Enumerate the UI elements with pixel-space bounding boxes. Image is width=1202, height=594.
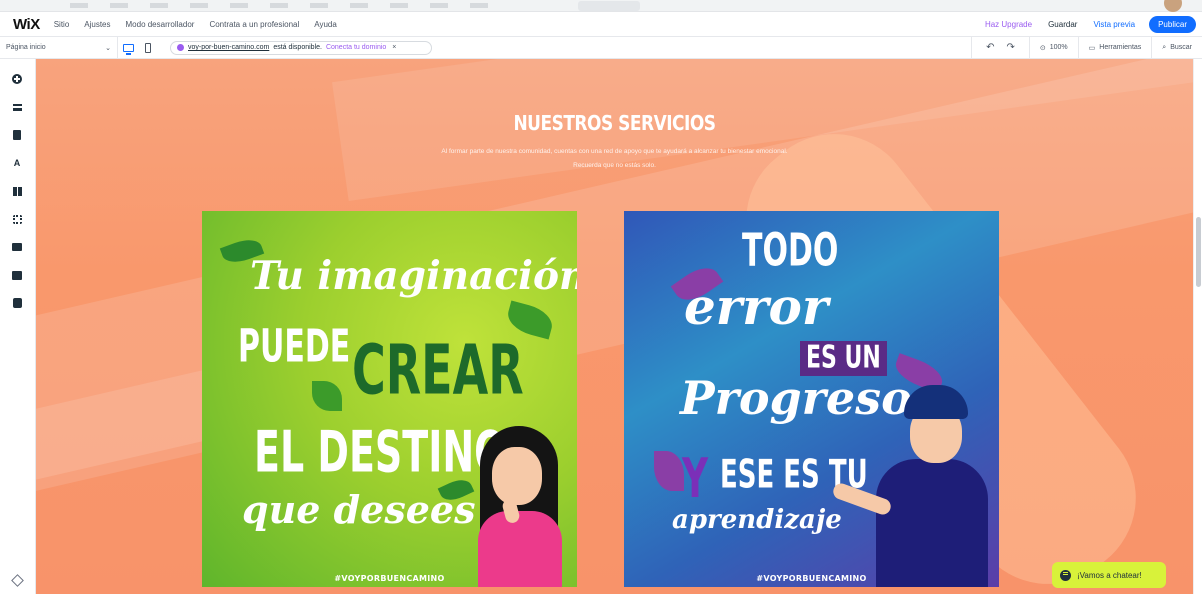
domain-status: está disponible.: [273, 44, 322, 51]
upgrade-link[interactable]: Haz Upgrade: [985, 20, 1032, 29]
desktop-view-button[interactable]: [118, 37, 138, 59]
connect-domain-link[interactable]: Conecta tu dominio: [326, 44, 386, 51]
poster2-line5a: Y: [682, 449, 709, 511]
cms-icon[interactable]: [9, 267, 25, 283]
mobile-icon: [145, 42, 151, 53]
girl-face: [492, 447, 542, 505]
chat-button[interactable]: ¡Vamos a chatear!: [1052, 562, 1166, 588]
menu-dev-mode[interactable]: Modo desarrollador: [126, 20, 195, 29]
poster2-line4: Progreso: [680, 371, 912, 425]
poster1-line4: que desees: [242, 487, 476, 532]
undo-icon[interactable]: ↶: [986, 42, 994, 53]
chat-icon: [1060, 569, 1071, 581]
theme-icon[interactable]: A: [9, 155, 25, 171]
section-title[interactable]: NUESTROS SERVICIOS: [36, 112, 1193, 136]
tools-icon: ▭: [1088, 44, 1096, 52]
poster2-line2: error: [684, 277, 829, 336]
zoom-level: 100%: [1049, 44, 1068, 51]
redo-icon[interactable]: ↷: [1006, 42, 1014, 53]
poster-imaginacion[interactable]: Tu imaginación PUEDE CREAR EL DESTINO qu…: [202, 211, 577, 587]
editor-top-bar: WiX Sitio Ajustes Modo desarrollador Con…: [0, 12, 1202, 37]
search-button[interactable]: ⌕ Buscar: [1151, 36, 1202, 59]
close-icon[interactable]: ×: [392, 44, 396, 51]
search-label: Buscar: [1170, 44, 1192, 51]
media-icon[interactable]: [9, 239, 25, 255]
sections-icon[interactable]: [9, 99, 25, 115]
boy-illustration: [876, 459, 988, 587]
section-desc-line2: Recuerda que no estás solo.: [573, 162, 656, 169]
wix-logo[interactable]: WiX: [13, 16, 40, 33]
menu-ayuda[interactable]: Ayuda: [314, 20, 337, 29]
chevron-down-icon: ⌄: [105, 44, 111, 52]
browser-tabs: [70, 3, 500, 8]
add-elements-icon[interactable]: [9, 71, 25, 87]
domain-bar: voy-por-buen-camino.com está disponible.…: [170, 40, 432, 55]
preview-button[interactable]: Vista previa: [1093, 20, 1135, 29]
tools-label: Herramientas: [1099, 44, 1142, 51]
zoom-icon: ⊙: [1039, 44, 1046, 52]
left-toolbar: A: [0, 59, 36, 594]
section-desc-line1: Al formar parte de nuestra comunidad, cu…: [441, 148, 788, 155]
undo-redo: ↶ ↷: [971, 36, 1029, 59]
chat-label: ¡Vamos a chatear!: [1077, 570, 1142, 580]
profile-avatar[interactable]: [1164, 0, 1182, 12]
business-icon[interactable]: [9, 211, 25, 227]
save-button[interactable]: Guardar: [1048, 20, 1077, 29]
poster1-line2b: CREAR: [352, 329, 524, 410]
editor-canvas[interactable]: NUESTROS SERVICIOS Al formar parte de nu…: [36, 59, 1193, 594]
scroll-thumb[interactable]: [1196, 217, 1201, 287]
poster1-hashtag: #VOYPORBUENCAMINO: [334, 574, 445, 583]
browser-tab-strip: [0, 0, 1202, 12]
poster1-line1: Tu imaginación: [250, 253, 577, 299]
section-description[interactable]: Al formar parte de nuestra comunidad, cu…: [36, 145, 1193, 173]
poster2-hashtag: #VOYPORBUENCAMINO: [756, 574, 867, 583]
domain-name[interactable]: voy-por-buen-camino.com: [188, 44, 269, 51]
menu-sitio[interactable]: Sitio: [54, 20, 70, 29]
portfolio-icon[interactable]: [9, 295, 25, 311]
search-icon: ⌕: [1162, 43, 1167, 51]
apps-icon[interactable]: [9, 183, 25, 199]
pages-icon[interactable]: [9, 127, 25, 143]
browser-active-tab[interactable]: [578, 1, 640, 11]
boy-cap: [904, 385, 968, 419]
leaf-decoration: [654, 451, 684, 491]
canvas-scrollbar[interactable]: [1193, 59, 1202, 594]
poster2-line6: aprendizaje: [672, 505, 842, 535]
tools-button[interactable]: ▭ Herramientas: [1077, 36, 1152, 59]
desktop-icon: [122, 43, 134, 55]
menu-hire-pro[interactable]: Contrata a un profesional: [209, 20, 299, 29]
zoom-control[interactable]: ⊙ 100%: [1028, 36, 1078, 59]
poster1-line2a: PUEDE: [238, 321, 351, 374]
menu-ajustes[interactable]: Ajustes: [84, 20, 110, 29]
poster1-line3: EL DESTINO: [254, 419, 507, 485]
poster-error-progreso[interactable]: TODO error ES UN Progreso Y ESE ES TU ap…: [624, 211, 999, 587]
poster2-line1: TODO: [742, 225, 839, 278]
publish-button[interactable]: Publicar: [1149, 15, 1196, 33]
leaf-decoration: [312, 381, 342, 411]
page-selector[interactable]: Página inicio ⌄: [6, 36, 118, 59]
layers-icon[interactable]: [9, 572, 25, 588]
editor-sub-bar: Página inicio ⌄ voy-por-buen-camino.com …: [0, 36, 1202, 59]
page-selector-label: Página inicio: [6, 44, 46, 51]
mobile-view-button[interactable]: [138, 37, 158, 59]
globe-icon: [177, 44, 184, 51]
